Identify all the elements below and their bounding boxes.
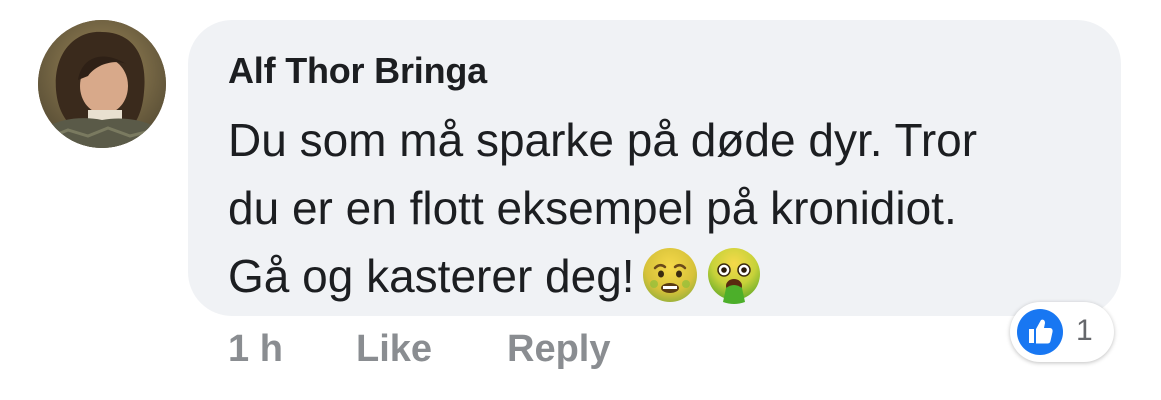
comment-text-line: Gå og kasterer deg! (228, 242, 1088, 310)
avatar-photo (38, 20, 166, 148)
comment-text-line-content: Gå og kasterer deg! (228, 250, 635, 302)
avatar[interactable] (38, 20, 166, 148)
comment-text-line: du er en flott eksempel på kronidiot. (228, 182, 957, 234)
vomiting-face-icon (705, 246, 763, 304)
comment-text-line: Du som må sparke på døde dyr. Tror (228, 114, 978, 166)
reply-button[interactable]: Reply (507, 328, 610, 371)
comment: Alf Thor Bringa Du som må sparke på døde… (0, 0, 1161, 400)
nauseated-face-icon (641, 246, 699, 304)
timestamp[interactable]: 1 h (228, 328, 283, 371)
reaction-count: 1 (1076, 314, 1093, 347)
reactions-summary[interactable]: 1 (1010, 302, 1114, 362)
comment-bubble: Alf Thor Bringa Du som må sparke på døde… (188, 20, 1121, 316)
thumbs-up-icon (1016, 308, 1064, 356)
author-name[interactable]: Alf Thor Bringa (228, 50, 487, 92)
comment-text: Du som må sparke på døde dyr. Tror du er… (228, 106, 1088, 310)
like-button[interactable]: Like (356, 328, 432, 371)
